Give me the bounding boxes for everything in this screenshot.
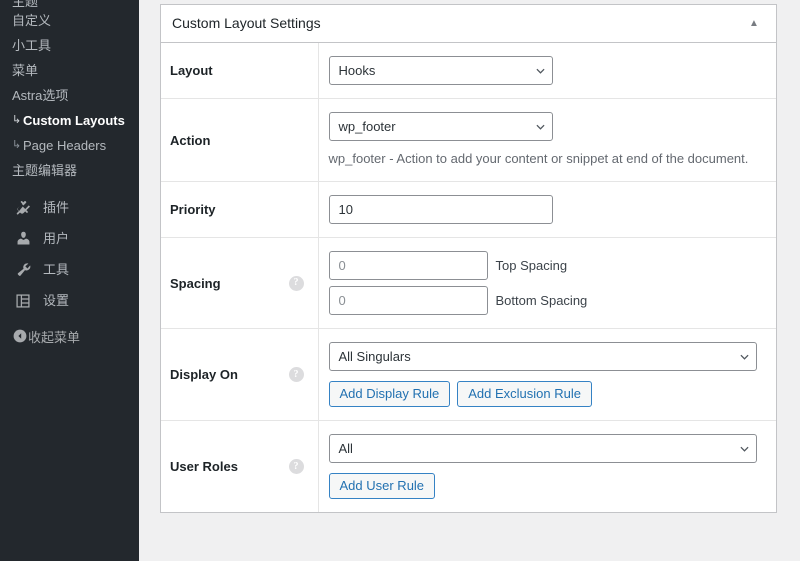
layout-select-value: Hooks: [329, 56, 553, 85]
layout-label: Layout: [170, 63, 213, 78]
form-row-action: Action wp_footer wp_footer - Action to a…: [161, 99, 776, 182]
sidebar-item-widgets[interactable]: 小工具: [0, 33, 139, 58]
user-roles-label-cell: User Roles ?: [161, 421, 318, 513]
action-label: Action: [170, 133, 210, 148]
help-icon[interactable]: ?: [289, 276, 304, 291]
add-display-rule-button[interactable]: Add Display Rule: [329, 381, 451, 407]
sidebar-item-label: 工具: [43, 257, 69, 282]
top-spacing-label: Top Spacing: [496, 258, 568, 273]
layout-select[interactable]: Hooks: [329, 56, 553, 85]
sidebar-item-astra-options[interactable]: Astra选项: [0, 83, 139, 108]
sidebar-item-label: 菜单: [12, 58, 38, 83]
admin-screen: 主题 自定义 小工具 菜单 Astra选项 ↳ Custom Layouts ↳…: [0, 0, 800, 561]
sidebar-item-customize[interactable]: 自定义: [0, 8, 139, 33]
sidebar-item-custom-layouts[interactable]: ↳ Custom Layouts: [0, 108, 139, 133]
settings-icon: [12, 291, 34, 311]
collapse-menu-button[interactable]: 收起菜单: [0, 322, 139, 352]
sidebar-item-menus[interactable]: 菜单: [0, 58, 139, 83]
user-roles-buttons: Add User Rule: [329, 473, 767, 499]
priority-label: Priority: [170, 202, 216, 217]
sidebar-item-label: 小工具: [12, 33, 51, 58]
form-row-layout: Layout Hooks: [161, 43, 776, 99]
sidebar-separator: [0, 183, 139, 192]
layout-field-cell: Hooks: [318, 43, 776, 99]
action-field-cell: wp_footer wp_footer - Action to add your…: [318, 99, 776, 182]
sidebar-item-label: 插件: [43, 195, 69, 220]
panel-header: Custom Layout Settings ▲: [161, 5, 776, 43]
sidebar-item-label: Page Headers: [23, 133, 106, 158]
submenu-arrow-icon: ↳: [12, 108, 23, 133]
bottom-spacing-row: 0 Bottom Spacing: [329, 286, 767, 315]
add-user-rule-button[interactable]: Add User Rule: [329, 473, 436, 499]
panel-collapse-toggle-icon[interactable]: ▲: [744, 14, 764, 34]
spacing-field-cell: 0 Top Spacing 0 Bottom Spacing: [318, 238, 776, 329]
help-icon[interactable]: ?: [289, 459, 304, 474]
layout-label-cell: Layout: [161, 43, 318, 99]
action-label-cell: Action: [161, 99, 318, 182]
action-description: wp_footer - Action to add your content o…: [329, 150, 767, 168]
tools-icon: [12, 260, 34, 280]
form-row-user-roles: User Roles ? All: [161, 421, 776, 513]
display-on-select-value: All Singulars: [329, 342, 757, 371]
admin-sidebar: 主题 自定义 小工具 菜单 Astra选项 ↳ Custom Layouts ↳…: [0, 0, 139, 561]
sidebar-item-users[interactable]: 用户: [0, 223, 139, 254]
display-on-select[interactable]: All Singulars: [329, 342, 757, 371]
sidebar-item-label: 用户: [43, 226, 69, 251]
priority-field-cell: 10: [318, 182, 776, 238]
spacing-label-cell: Spacing ?: [161, 238, 318, 329]
form-row-priority: Priority 10: [161, 182, 776, 238]
help-icon[interactable]: ?: [289, 367, 304, 382]
sidebar-item-page-headers[interactable]: ↳ Page Headers: [0, 133, 139, 158]
form-row-display-on: Display On ? All Singulars: [161, 329, 776, 421]
sidebar-item-clipped[interactable]: 主题: [0, 0, 139, 8]
users-icon: [12, 229, 34, 249]
bottom-spacing-label: Bottom Spacing: [496, 293, 588, 308]
sidebar-item-label: Astra选项: [12, 83, 68, 108]
sidebar-item-plugins[interactable]: 插件: [0, 192, 139, 223]
bottom-spacing-input[interactable]: 0: [329, 286, 488, 315]
action-select[interactable]: wp_footer: [329, 112, 553, 141]
plugin-icon: [12, 198, 34, 218]
display-on-label-cell: Display On ?: [161, 329, 318, 421]
priority-input[interactable]: 10: [329, 195, 553, 224]
panel-title: Custom Layout Settings: [172, 14, 744, 34]
settings-form-table: Layout Hooks: [161, 43, 776, 512]
top-spacing-input[interactable]: 0: [329, 251, 488, 280]
collapse-arrow-icon: [12, 328, 28, 347]
sidebar-item-settings[interactable]: 设置: [0, 285, 139, 316]
user-roles-select-value: All: [329, 434, 757, 463]
action-select-value: wp_footer: [329, 112, 553, 141]
form-row-spacing: Spacing ? 0 Top Spacing 0 Bottom S: [161, 238, 776, 329]
user-roles-label: User Roles: [170, 459, 238, 474]
top-spacing-row: 0 Top Spacing: [329, 251, 767, 280]
priority-label-cell: Priority: [161, 182, 318, 238]
content-area: Custom Layout Settings ▲ Layout: [139, 0, 800, 561]
sidebar-item-label: 主题编辑器: [12, 158, 77, 183]
user-roles-select[interactable]: All: [329, 434, 757, 463]
sidebar-item-label: 设置: [43, 288, 69, 313]
add-exclusion-rule-button[interactable]: Add Exclusion Rule: [457, 381, 592, 407]
display-on-label: Display On: [170, 367, 238, 382]
sidebar-item-tools[interactable]: 工具: [0, 254, 139, 285]
sidebar-item-theme-editor[interactable]: 主题编辑器: [0, 158, 139, 183]
submenu-arrow-icon: ↳: [12, 133, 23, 158]
sidebar-item-label: 主题: [12, 0, 38, 8]
display-on-field-cell: All Singulars Add Display Rule Add Exclu…: [318, 329, 776, 421]
spacing-label: Spacing: [170, 276, 221, 291]
display-on-buttons: Add Display Rule Add Exclusion Rule: [329, 381, 767, 407]
sidebar-item-label: 自定义: [12, 8, 51, 33]
sidebar-item-label: Custom Layouts: [23, 108, 125, 133]
collapse-menu-label: 收起菜单: [28, 325, 80, 350]
custom-layout-settings-panel: Custom Layout Settings ▲ Layout: [160, 4, 777, 513]
user-roles-field-cell: All Add User Rule: [318, 421, 776, 513]
